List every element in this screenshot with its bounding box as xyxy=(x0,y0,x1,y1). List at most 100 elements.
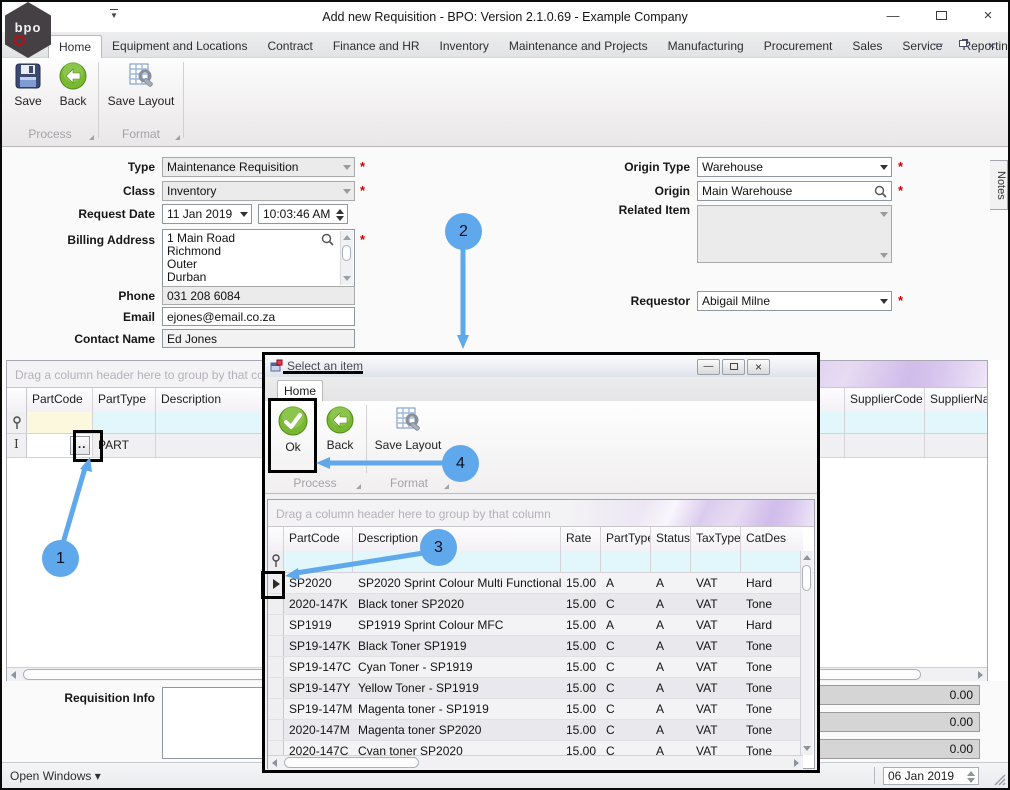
mdi-minimize-icon[interactable]: — xyxy=(932,38,943,50)
group-launcher-icon[interactable] xyxy=(444,484,449,489)
tab-procurement[interactable]: Procurement xyxy=(754,35,843,59)
dialog-grid-row[interactable]: 2020-147CCyan toner SP202015.00CAVATTone xyxy=(268,741,803,755)
tab-inventory[interactable]: Inventory xyxy=(430,35,499,59)
tab-service[interactable]: Service xyxy=(892,35,952,59)
save-button[interactable]: Save xyxy=(8,61,48,123)
class-field[interactable]: Inventory xyxy=(162,181,355,201)
save-layout-button[interactable]: Save Layout xyxy=(102,61,180,123)
scroll-right-icon[interactable] xyxy=(794,759,799,767)
column-header-catdes[interactable]: CatDes xyxy=(741,527,803,551)
tab-maintenance-and-projects[interactable]: Maintenance and Projects xyxy=(499,35,658,59)
dialog-format-group-label[interactable]: Format xyxy=(367,475,451,492)
tab-finance-and-hr[interactable]: Finance and HR xyxy=(323,35,430,59)
chevron-down-icon[interactable] xyxy=(880,299,888,304)
dialog-grid-filter-row[interactable] xyxy=(268,551,814,573)
column-header-taxtype[interactable]: TaxType xyxy=(691,527,741,551)
notes-side-tab[interactable]: Notes xyxy=(990,160,1008,210)
origin-type-field[interactable]: Warehouse xyxy=(697,157,892,177)
row-selector[interactable] xyxy=(268,741,284,755)
requisition-info-field[interactable] xyxy=(162,687,265,759)
search-icon[interactable] xyxy=(321,233,334,246)
related-item-field[interactable] xyxy=(697,205,892,263)
row-selector[interactable] xyxy=(268,636,284,656)
dialog-grid-row[interactable]: 2020-147MMagenta toner SP202015.00CAVATT… xyxy=(268,720,803,741)
dialog-grid-row[interactable]: SP2020SP2020 Sprint Colour Multi Functio… xyxy=(268,573,803,594)
group-launcher-icon[interactable] xyxy=(89,135,94,140)
scrollbar-thumb[interactable] xyxy=(284,757,419,768)
column-header-suppliercode[interactable]: SupplierCode xyxy=(845,388,925,412)
close-button[interactable]: × xyxy=(973,6,1003,26)
resize-grip-icon[interactable] xyxy=(993,773,1006,786)
dialog-grid-vscrollbar[interactable] xyxy=(800,551,813,755)
dialog-save-layout-button[interactable]: Save Layout xyxy=(369,405,447,467)
dialog-group-by-band[interactable]: Drag a column header here to group by th… xyxy=(268,500,814,527)
origin-field[interactable]: Main Warehouse xyxy=(697,181,892,201)
search-icon[interactable] xyxy=(874,185,887,198)
dialog-process-group-label[interactable]: Process xyxy=(267,475,363,492)
tab-manufacturing[interactable]: Manufacturing xyxy=(658,35,754,59)
type-field[interactable]: Maintenance Requisition xyxy=(162,157,355,177)
billing-address-scrollbar[interactable] xyxy=(340,231,353,285)
group-launcher-icon[interactable] xyxy=(356,484,361,489)
row-selector[interactable] xyxy=(268,699,284,719)
chevron-down-icon[interactable] xyxy=(880,165,888,170)
request-time-field[interactable]: 10:03:46 AM xyxy=(258,204,348,224)
cell-cd: Tone xyxy=(741,657,803,677)
dialog-back-button[interactable]: Back xyxy=(318,405,362,467)
scroll-right-icon[interactable] xyxy=(978,671,983,679)
filter-cell-suppliercode[interactable] xyxy=(845,412,925,433)
billing-address-field[interactable]: 1 Main Road Richmond Outer Durban xyxy=(162,229,355,287)
row-selector[interactable] xyxy=(268,615,284,635)
group-launcher-icon[interactable] xyxy=(175,135,180,140)
cell-pt: C xyxy=(601,699,651,719)
dialog-grid-row[interactable]: SP19-147CCyan Toner - SP191915.00CAVATTo… xyxy=(268,657,803,678)
dialog-grid-row[interactable]: SP19-147KBlack Toner SP191915.00CAVATTon… xyxy=(268,636,803,657)
column-header-suppliername[interactable]: SupplierName xyxy=(925,388,987,412)
dialog-close-button[interactable]: × xyxy=(747,359,770,375)
tab-sales[interactable]: Sales xyxy=(842,35,892,59)
contact-name-field[interactable]: Ed Jones xyxy=(162,329,355,348)
dialog-grid-row[interactable]: SP19-147YYellow Toner - SP191915.00CAVAT… xyxy=(268,678,803,699)
scroll-left-icon[interactable] xyxy=(272,759,277,767)
date-spinner[interactable] xyxy=(965,769,976,785)
tab-contract[interactable]: Contract xyxy=(257,35,322,59)
format-group-label[interactable]: Format xyxy=(100,126,182,143)
tab-equipment-and-locations[interactable]: Equipment and Locations xyxy=(102,35,257,59)
time-spinner[interactable] xyxy=(334,207,345,223)
mdi-close-icon[interactable]: × xyxy=(988,38,996,53)
row-selector[interactable] xyxy=(268,720,284,740)
open-windows-dropdown[interactable]: Open Windows ▾ xyxy=(10,769,101,783)
column-header-parttype[interactable]: PartType xyxy=(601,527,651,551)
maximize-button[interactable] xyxy=(926,6,956,26)
requestor-field[interactable]: Abigail Milne xyxy=(697,291,892,311)
column-header-rate[interactable]: Rate xyxy=(561,527,601,551)
dialog-minimize-button[interactable]: — xyxy=(697,359,720,375)
dialog-grid-row[interactable]: SP19-147MMagenta toner - SP191915.00CAVA… xyxy=(268,699,803,720)
back-button[interactable]: Back xyxy=(51,61,95,123)
dialog-grid-row[interactable]: SP1919SP1919 Sprint Colour MFC15.00AAVAT… xyxy=(268,615,803,636)
column-header-parttype[interactable]: PartType xyxy=(93,388,156,412)
scroll-left-icon[interactable] xyxy=(11,671,16,679)
email-field[interactable]: ejones@email.co.za xyxy=(162,307,355,326)
column-header-partcode[interactable]: PartCode xyxy=(27,388,93,412)
process-group-label[interactable]: Process xyxy=(4,126,96,143)
row-selector[interactable] xyxy=(268,657,284,677)
chevron-down-icon[interactable] xyxy=(240,212,248,217)
row-selector[interactable] xyxy=(268,678,284,698)
tab-home[interactable]: Home xyxy=(48,35,102,59)
dialog-grid-row[interactable]: 2020-147KBlack toner SP202015.00CAVATTon… xyxy=(268,594,803,615)
column-header-status[interactable]: Status xyxy=(651,527,691,551)
chevron-down-icon[interactable] xyxy=(343,189,351,194)
request-date-field[interactable]: 11 Jan 2019 xyxy=(162,204,252,224)
dialog-maximize-button[interactable] xyxy=(722,359,745,375)
billing-address-label: Billing Address xyxy=(12,233,155,247)
filter-cell-suppliername[interactable] xyxy=(925,412,987,433)
column-header-description[interactable]: Description xyxy=(353,527,561,551)
phone-field[interactable]: 031 208 6084 xyxy=(162,286,355,305)
minimize-button[interactable]: — xyxy=(878,6,908,26)
mdi-restore-icon[interactable] xyxy=(959,38,967,50)
chevron-down-icon[interactable] xyxy=(343,165,351,170)
dialog-grid-hscrollbar[interactable] xyxy=(268,755,803,769)
column-header-partcode[interactable]: PartCode xyxy=(284,527,353,551)
status-date-field[interactable]: 06 Jan 2019 xyxy=(883,767,979,785)
